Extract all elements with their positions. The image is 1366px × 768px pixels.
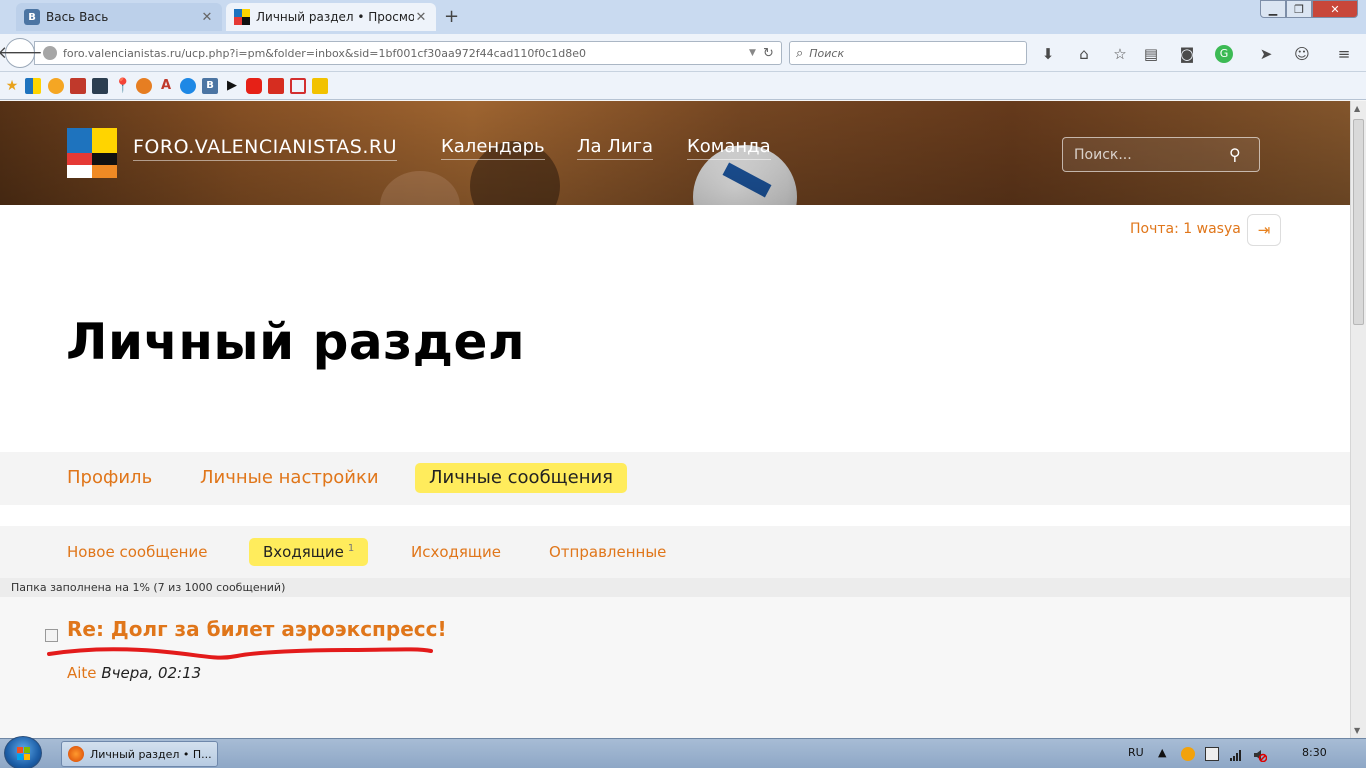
windows-logo-icon <box>17 747 30 760</box>
yellow-bookmark-icon[interactable] <box>312 78 328 94</box>
home-icon[interactable]: ⌂ <box>1074 44 1094 64</box>
site-header: FORO.VALENCIANISTAS.RU Календарь Ла Лига… <box>0 101 1350 205</box>
show-hidden-icons-icon[interactable]: ▲ <box>1158 746 1166 759</box>
bookmark-star-icon[interactable]: ☆ <box>1110 44 1130 64</box>
message-list: Re: Долг за билет аэроэкспресс! Aite Вче… <box>0 597 1350 738</box>
menu-icon[interactable]: ≡ <box>1334 44 1354 64</box>
start-button[interactable] <box>4 736 42 768</box>
web-page: FORO.VALENCIANISTAS.RU Календарь Ла Лига… <box>0 101 1350 738</box>
valencianistas-bookmark-icon[interactable] <box>25 78 41 94</box>
youtube-bookmark-icon[interactable] <box>246 78 262 94</box>
download-icon[interactable]: ⬇ <box>1038 44 1058 64</box>
shield-bookmark-icon[interactable] <box>70 78 86 94</box>
taskbar-firefox-window[interactable]: Личный раздел • П... <box>61 741 218 767</box>
tray-app-icon[interactable] <box>1181 747 1195 761</box>
letter-a-bookmark-icon[interactable]: A <box>158 78 174 94</box>
browser-search-input[interactable]: ⌕ Поиск <box>789 41 1027 65</box>
tab-bar: В Вась Вась ✕ Личный раздел • Просмо... … <box>0 0 1366 34</box>
taskbar-window-title: Личный раздел • П... <box>90 747 212 761</box>
tab-vas-vas[interactable]: В Вась Вась ✕ <box>16 3 222 31</box>
search-placeholder: Поиск <box>809 46 845 60</box>
tv-bookmark-icon[interactable] <box>290 78 306 94</box>
page-title: Личный раздел <box>66 313 526 371</box>
mail-link[interactable]: Почта: 1 wasya <box>1130 221 1241 237</box>
windows-taskbar: Личный раздел • П... RU ▲ 8:30 <box>0 736 1366 768</box>
message-date: Вчера, 02:13 <box>101 664 202 682</box>
nav-laliga-link[interactable]: Ла Лига <box>577 136 654 160</box>
orange-bookmark-icon[interactable] <box>136 78 152 94</box>
tab-personal-section[interactable]: Личный раздел • Просмо... ✕ <box>226 3 436 31</box>
video-bookmark-icon[interactable] <box>92 78 108 94</box>
map-pin-bookmark-icon[interactable]: 📍 <box>114 78 131 94</box>
maximize-icon[interactable]: ❐ <box>1286 0 1312 18</box>
site-search-placeholder: Поиск... <box>1074 146 1132 163</box>
language-indicator[interactable]: RU <box>1128 746 1144 759</box>
tab-private-messages[interactable]: Личные сообщения <box>415 463 627 493</box>
pocket-icon[interactable]: ◙ <box>1177 44 1197 64</box>
star-bookmark-icon[interactable]: ★ <box>4 78 20 94</box>
tab-sent[interactable]: Отправленные <box>549 538 666 566</box>
valencia-bookmark-icon[interactable] <box>48 78 64 94</box>
red-bookmark-icon[interactable] <box>268 78 284 94</box>
tab-title: Личный раздел • Просмо... <box>256 10 414 24</box>
sync-icon[interactable]: G <box>1214 44 1234 64</box>
volume-muted-icon[interactable] <box>1253 747 1268 763</box>
logout-icon[interactable]: ⇥ <box>1247 214 1281 246</box>
tab-close-icon[interactable]: ✕ <box>414 10 428 25</box>
reload-icon[interactable]: ↻ <box>763 46 781 61</box>
nav-team-link[interactable]: Команда <box>687 136 771 160</box>
vk-bookmark-icon[interactable]: В <box>202 78 218 94</box>
tab-title: Вась Вась <box>46 10 109 24</box>
history-dropdown-icon[interactable]: ▼ <box>749 48 763 58</box>
message-subject-link[interactable]: Re: Долг за билет аэроэкспресс! <box>67 617 447 641</box>
emoji-icon[interactable]: ☺ <box>1292 44 1312 64</box>
scroll-down-icon[interactable]: ▼ <box>1354 726 1360 735</box>
tray-device-icon[interactable] <box>1205 747 1219 761</box>
message-meta: Aite Вчера, 02:13 <box>67 664 201 682</box>
vk-icon: В <box>24 9 40 25</box>
scroll-thumb[interactable] <box>1353 119 1364 325</box>
tab-personal-settings[interactable]: Личные настройки <box>200 463 379 493</box>
globe-icon <box>43 46 57 60</box>
scroll-up-icon[interactable]: ▲ <box>1354 104 1360 113</box>
vertical-scrollbar[interactable]: ▲ ▼ <box>1350 101 1366 738</box>
bookmarks-toolbar: ★ 📍 A В ▶ <box>0 72 1366 100</box>
red-annotation-underline <box>47 647 433 660</box>
folder-status: Папка заполнена на 1% (7 из 1000 сообщен… <box>0 578 1350 597</box>
url-text[interactable]: foro.valencianistas.ru/ucp.php?i=pm&fold… <box>63 47 749 60</box>
message-checkbox[interactable] <box>45 629 58 642</box>
send-icon[interactable]: ➤ <box>1256 44 1276 64</box>
reading-list-icon[interactable]: ▤ <box>1141 44 1161 64</box>
tab-outbox[interactable]: Исходящие <box>411 538 501 566</box>
tab-new-message[interactable]: Новое сообщение <box>67 538 207 566</box>
unread-badge: 1 <box>347 543 355 554</box>
play-bookmark-icon[interactable]: ▶ <box>224 78 240 94</box>
back-icon[interactable]: 🡐 <box>0 38 43 68</box>
network-signal-icon[interactable] <box>1229 747 1243 761</box>
search-icon: ⌕ <box>796 45 804 61</box>
firefox-icon <box>68 746 84 762</box>
window-controls: ▁ ❐ ✕ <box>1260 0 1358 18</box>
tab-profile[interactable]: Профиль <box>67 463 152 493</box>
site-search-input[interactable]: Поиск... ⚲ <box>1062 137 1260 172</box>
site-logo-icon <box>234 9 250 25</box>
navigation-toolbar: foro.valencianistas.ru/ucp.php?i=pm&fold… <box>0 34 1366 72</box>
main-tabs: Профиль Личные настройки Личные сообщени… <box>0 452 1350 505</box>
close-window-icon[interactable]: ✕ <box>1312 0 1358 18</box>
tab-inbox-label: Входящие <box>263 543 344 561</box>
clock[interactable]: 8:30 <box>1302 746 1327 759</box>
site-logo[interactable] <box>67 128 117 178</box>
folder-tabs: Новое сообщение Входящие 1 Исходящие Отпр… <box>0 526 1350 578</box>
tab-inbox[interactable]: Входящие 1 <box>249 538 369 566</box>
search-icon[interactable]: ⚲ <box>1229 145 1259 164</box>
site-brand-link[interactable]: FORO.VALENCIANISTAS.RU <box>133 136 397 161</box>
minimize-icon[interactable]: ▁ <box>1260 0 1286 18</box>
new-tab-icon[interactable]: + <box>444 6 459 27</box>
nav-calendar-link[interactable]: Календарь <box>441 136 545 160</box>
blue-bookmark-icon[interactable] <box>180 78 196 94</box>
address-bar[interactable]: foro.valencianistas.ru/ucp.php?i=pm&fold… <box>34 41 782 65</box>
tab-close-icon[interactable]: ✕ <box>200 10 214 25</box>
message-author-link[interactable]: Aite <box>67 664 97 682</box>
